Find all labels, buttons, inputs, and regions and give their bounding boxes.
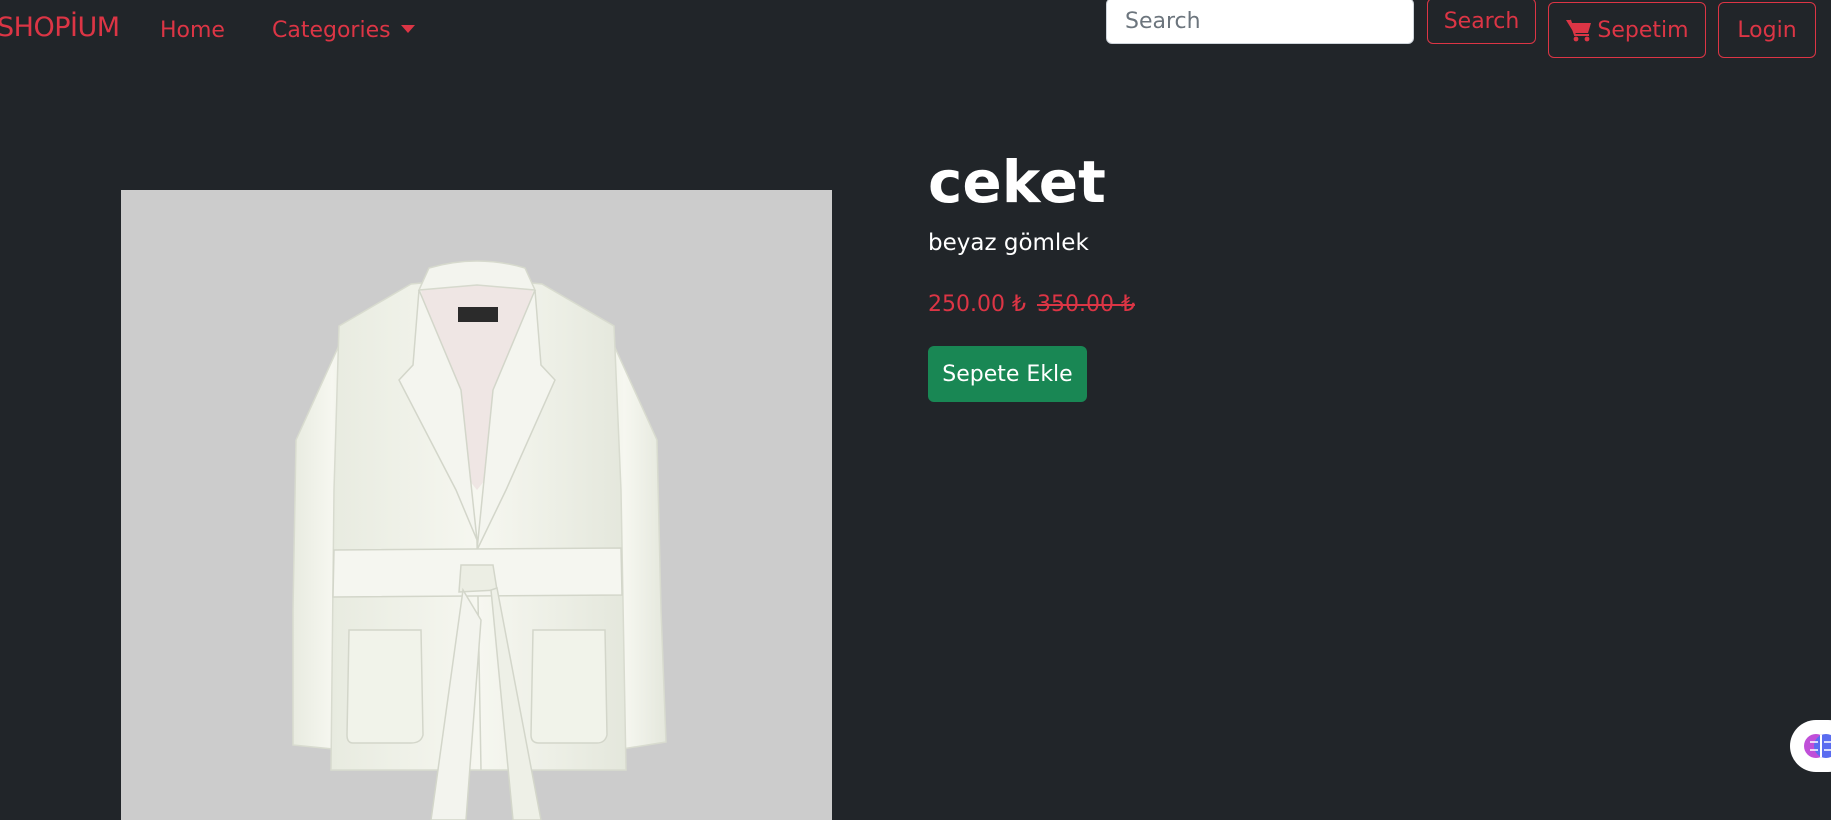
cart-label: Sepetim xyxy=(1597,17,1689,43)
brain-icon xyxy=(1804,734,1831,758)
add-to-cart-button[interactable]: Sepete Ekle xyxy=(928,346,1087,402)
product-description: beyaz gömlek xyxy=(928,230,1089,256)
jacket-image xyxy=(292,260,667,820)
old-price: 350.00 ₺ xyxy=(1036,292,1135,317)
categories-label: Categories xyxy=(272,18,391,43)
cart-button[interactable]: Sepetim xyxy=(1548,2,1706,58)
current-price: 250.00 ₺ xyxy=(928,292,1026,317)
search-button[interactable]: Search xyxy=(1427,0,1536,44)
nav-link-categories[interactable]: Categories xyxy=(272,18,415,43)
brand-logo[interactable]: SHOPİUM xyxy=(0,12,120,43)
product-image xyxy=(121,190,832,820)
caret-down-icon xyxy=(400,25,415,33)
search-input[interactable] xyxy=(1106,0,1414,44)
product-title: ceket xyxy=(928,148,1106,216)
login-button[interactable]: Login xyxy=(1718,2,1816,58)
floating-widget-button[interactable] xyxy=(1790,720,1831,772)
navbar: SHOPİUM Home Categories Search Sepetim L… xyxy=(0,0,1831,64)
price-row: 250.00 ₺ 350.00 ₺ xyxy=(928,292,1135,317)
nav-link-home[interactable]: Home xyxy=(160,18,225,43)
cart-icon xyxy=(1566,19,1592,42)
